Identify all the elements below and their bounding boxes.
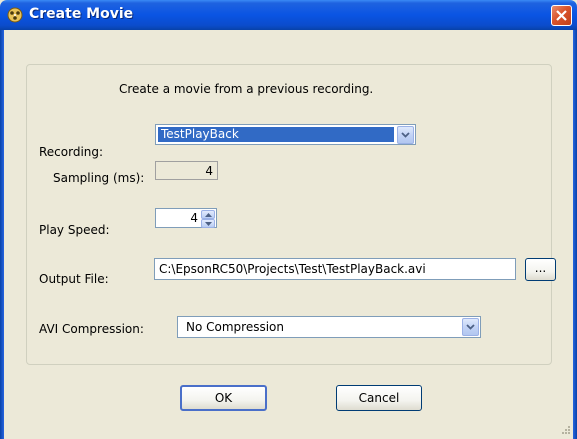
title-bar[interactable]: Create Movie <box>0 0 577 30</box>
output-file-label: Output File: <box>39 272 109 286</box>
recording-selected-value: TestPlayBack <box>161 127 239 141</box>
sampling-value: 4 <box>205 164 213 178</box>
ok-button-label: OK <box>214 391 233 405</box>
spin-down-button[interactable] <box>201 219 215 228</box>
spin-up-button[interactable] <box>201 210 215 219</box>
spin-down-icon <box>205 222 212 226</box>
play-speed-value: 4 <box>190 211 198 225</box>
output-file-value: C:\EpsonRC50\Projects\Test\TestPlayBack.… <box>159 262 426 276</box>
avi-compression-label: AVI Compression: <box>39 322 144 336</box>
recording-dropdown-button[interactable] <box>397 126 414 144</box>
avi-compression-select[interactable]: No Compression <box>177 316 481 338</box>
output-file-input[interactable]: C:\EpsonRC50\Projects\Test\TestPlayBack.… <box>154 258 516 280</box>
close-button[interactable] <box>551 5 572 26</box>
chevron-down-icon <box>401 132 410 138</box>
ok-button[interactable]: OK <box>180 385 267 411</box>
description-text: Create a movie from a previous recording… <box>119 82 374 96</box>
cancel-button[interactable]: Cancel <box>336 385 422 411</box>
spin-up-icon <box>205 213 212 217</box>
sampling-field: 4 <box>155 161 218 180</box>
window-frame-right <box>573 30 577 439</box>
browse-button-label: ... <box>534 261 547 275</box>
sampling-label: Sampling (ms): <box>53 171 145 185</box>
avi-compression-selected-value: No Compression <box>186 320 284 334</box>
window-frame-left <box>0 30 4 439</box>
avi-compression-dropdown-button[interactable] <box>462 318 479 336</box>
cancel-button-label: Cancel <box>358 391 400 405</box>
recording-select[interactable]: TestPlayBack <box>155 124 416 145</box>
recording-label: Recording: <box>39 145 104 159</box>
window-title: Create Movie <box>29 6 134 22</box>
close-icon <box>556 10 567 21</box>
browse-button[interactable]: ... <box>525 258 556 281</box>
play-speed-spinner[interactable]: 4 <box>155 208 217 228</box>
movie-app-icon <box>7 7 23 23</box>
play-speed-spin-buttons <box>201 210 215 228</box>
play-speed-label: Play Speed: <box>39 223 110 237</box>
resize-grip-icon[interactable] <box>561 425 571 435</box>
chevron-down-icon <box>466 324 475 330</box>
